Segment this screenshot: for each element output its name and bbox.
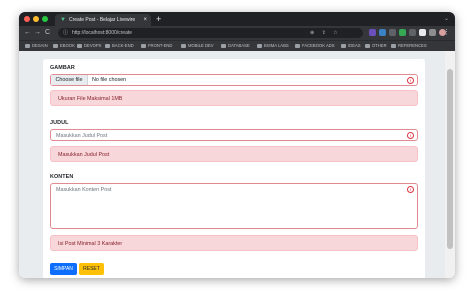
browser-menu-icon[interactable]: ⋮ <box>443 28 450 38</box>
gambar-label: GAMBAR <box>50 65 75 71</box>
bookmark-folder[interactable]: DATABASE <box>221 41 250 51</box>
page-viewport: GAMBAR Choose file No file chosen ! Ukur… <box>19 51 455 278</box>
file-status-text: No file chosen <box>92 77 127 83</box>
url-text[interactable]: http://localhost:8000/create <box>72 28 132 38</box>
folder-icon <box>105 43 110 48</box>
bookmark-folder[interactable]: OTHER <box>365 41 387 51</box>
address-bar-actions-icon[interactable]: ⊕ ⇪ ☆ <box>310 28 341 38</box>
extension-icon[interactable] <box>409 29 416 36</box>
bookmark-folder[interactable]: DEVOPS <box>77 41 101 51</box>
judul-error-text: Masukkan Judul Post <box>58 152 110 158</box>
save-button[interactable]: SIMPAN <box>50 263 77 275</box>
title-bar: ▼ Create Post - Belajar Livewire × + ⌄ <box>19 12 455 26</box>
bookmark-folder[interactable]: MOBILE DEV <box>181 41 214 51</box>
close-window-button[interactable] <box>24 16 30 22</box>
title-placeholder: Masukkan Judul Post <box>56 133 108 139</box>
folder-icon <box>221 43 226 48</box>
tab-title: Create Post - Belajar Livewire <box>69 17 136 23</box>
bookmark-folder[interactable]: REFERENCES <box>391 41 427 51</box>
minimize-window-button[interactable] <box>33 16 39 22</box>
error-icon: ! <box>407 186 414 193</box>
konten-error-alert: Isi Post Minimal 3 Karakter <box>50 235 418 251</box>
folder-icon <box>295 43 300 48</box>
browser-tab-active[interactable]: ▼ Create Post - Belajar Livewire × <box>55 14 151 26</box>
reload-icon[interactable]: C <box>45 28 50 38</box>
reset-button[interactable]: RESET <box>79 263 104 275</box>
folder-icon <box>141 43 146 48</box>
browser-toolbar: ← → C ⓘ http://localhost:8000/create ⊕ ⇪… <box>19 26 455 40</box>
back-arrow-icon[interactable]: ← <box>24 28 31 38</box>
gambar-error-text: Ukuran File Maksimal 1MB <box>58 96 123 102</box>
bookmark-folder[interactable]: BISMA LABS <box>257 41 289 51</box>
create-post-card: GAMBAR Choose file No file chosen ! Ukur… <box>43 59 425 278</box>
bookmark-folder[interactable]: IDEAS <box>341 41 361 51</box>
folder-icon <box>77 43 82 48</box>
bookmark-folder[interactable]: EBOOK <box>53 41 75 51</box>
error-icon: ! <box>407 132 414 139</box>
folder-icon <box>25 43 30 48</box>
tab-close-icon[interactable]: × <box>143 14 147 26</box>
folder-icon <box>181 43 186 48</box>
judul-error-alert: Masukkan Judul Post <box>50 146 418 162</box>
bookmark-folder[interactable]: FACEBOOK ADS <box>295 41 335 51</box>
extensions-puzzle-icon[interactable] <box>429 29 436 36</box>
choose-file-button[interactable]: Choose file <box>51 75 88 85</box>
folder-icon <box>53 43 58 48</box>
maximize-window-button[interactable] <box>42 16 48 22</box>
forward-arrow-icon[interactable]: → <box>34 28 41 38</box>
image-file-input[interactable]: Choose file No file chosen ! <box>50 74 418 86</box>
tab-search-icon[interactable]: ⌄ <box>444 14 449 24</box>
title-input[interactable]: Masukkan Judul Post ! <box>50 129 418 141</box>
bookmark-folder[interactable]: FRONT-END <box>141 41 172 51</box>
folder-icon <box>341 43 346 48</box>
judul-label: JUDUL <box>50 120 69 126</box>
vue-favicon-icon: ▼ <box>60 17 66 23</box>
gambar-error-alert: Ukuran File Maksimal 1MB <box>50 90 418 106</box>
extension-icon[interactable] <box>419 29 426 36</box>
new-tab-button[interactable]: + <box>156 13 161 25</box>
extension-icon[interactable] <box>369 29 376 36</box>
konten-error-text: Isi Post Minimal 3 Karakter <box>58 241 123 247</box>
scrollbar-thumb[interactable] <box>447 69 453 249</box>
folder-icon <box>365 43 370 48</box>
content-placeholder: Masukkan Konten Post <box>56 187 112 193</box>
bookmark-folder[interactable]: BACK-END <box>105 41 134 51</box>
folder-icon <box>257 43 262 48</box>
extension-icon[interactable] <box>379 29 386 36</box>
page-scrollbar[interactable] <box>445 51 455 278</box>
content-textarea[interactable]: Masukkan Konten Post ! <box>50 183 418 229</box>
folder-icon <box>391 43 396 48</box>
konten-label: KONTEN <box>50 174 74 180</box>
site-info-icon[interactable]: ⓘ <box>63 28 68 38</box>
extension-icon[interactable] <box>399 29 406 36</box>
browser-window: ▼ Create Post - Belajar Livewire × + ⌄ ←… <box>19 12 455 278</box>
error-icon: ! <box>407 77 414 84</box>
extension-icon[interactable] <box>389 29 396 36</box>
bookmarks-bar: DESAIN EBOOK DEVOPS BACK-END FRONT-END M… <box>19 40 455 51</box>
bookmark-folder[interactable]: DESAIN <box>25 41 48 51</box>
address-bar[interactable]: ⓘ http://localhost:8000/create ⊕ ⇪ ☆ <box>58 28 363 38</box>
